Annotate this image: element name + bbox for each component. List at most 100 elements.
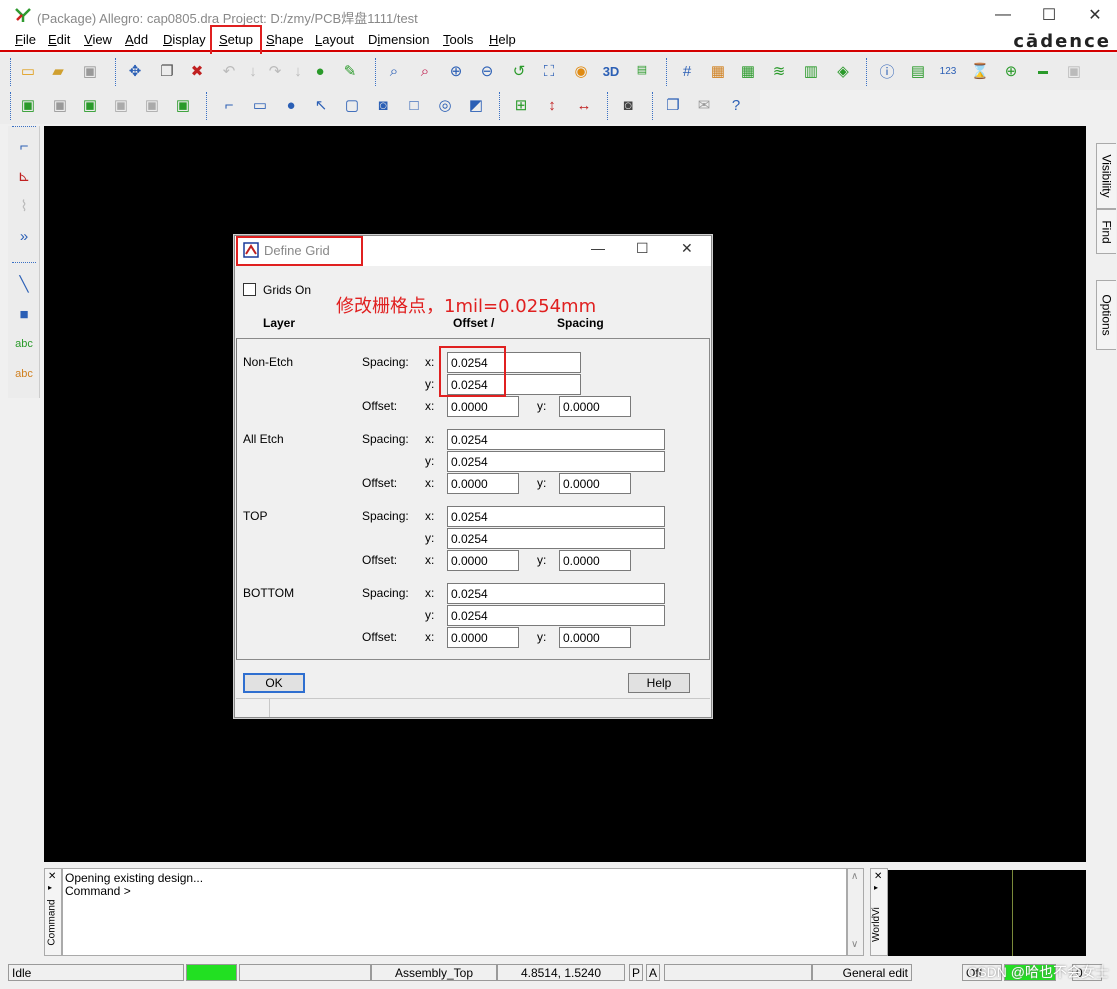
delete-icon[interactable]: ✖ bbox=[186, 60, 208, 82]
window-icon[interactable]: ❐ bbox=[662, 94, 684, 116]
world-view-close-icon[interactable]: ✕ bbox=[874, 871, 882, 882]
layer-gray-icon[interactable]: ▣ bbox=[49, 94, 71, 116]
grids-on-checkbox[interactable] bbox=[243, 283, 256, 296]
maximize-button[interactable]: ☐ bbox=[1026, 0, 1072, 30]
top-offset-x-input[interactable] bbox=[447, 550, 519, 571]
mail-icon[interactable]: ✉ bbox=[693, 94, 715, 116]
layer-route-icon[interactable]: ▣ bbox=[79, 94, 101, 116]
move-icon[interactable]: ✥ bbox=[124, 60, 146, 82]
world-view-pin-icon[interactable]: ▸ bbox=[874, 883, 878, 892]
menu-tools[interactable]: Tools bbox=[443, 32, 473, 47]
ok-button[interactable]: OK bbox=[243, 673, 305, 693]
dimension-vertical-icon[interactable]: ↕ bbox=[541, 94, 563, 116]
zoom-previous-icon[interactable]: ↺ bbox=[508, 60, 530, 82]
menu-dimension[interactable]: Dimension bbox=[368, 32, 429, 47]
open-folder-icon[interactable]: ▰ bbox=[47, 60, 69, 82]
world-view-icon[interactable]: ◈ bbox=[832, 60, 854, 82]
tab-find[interactable]: Find bbox=[1096, 209, 1116, 254]
top-offset-y-input[interactable] bbox=[559, 550, 631, 571]
menu-view[interactable]: View bbox=[84, 32, 112, 47]
layer-disabled-2-icon[interactable]: ▣ bbox=[141, 94, 163, 116]
dialog-close-button[interactable]: ✕ bbox=[681, 240, 693, 257]
zoom-out-icon[interactable]: ⊖ bbox=[476, 60, 498, 82]
copy-icon[interactable]: ❐ bbox=[156, 60, 178, 82]
minimize-button[interactable]: — bbox=[980, 0, 1026, 30]
dimension-icon[interactable]: ⊞ bbox=[510, 94, 532, 116]
shadow-mode-icon[interactable]: ▦ bbox=[737, 60, 759, 82]
world-view-tab[interactable]: ✕ ▸ WorldVi bbox=[870, 868, 888, 956]
menu-add[interactable]: Add bbox=[125, 32, 148, 47]
command-tab[interactable]: ✕ ▸ Command bbox=[44, 868, 62, 956]
edit-text-icon[interactable]: abc bbox=[12, 362, 36, 386]
grid-toggle-icon[interactable]: # bbox=[676, 60, 698, 82]
shape-edit-icon[interactable]: ▢ bbox=[341, 94, 363, 116]
redo-list-icon[interactable]: ↓ bbox=[287, 60, 309, 82]
fanout-icon[interactable]: » bbox=[12, 224, 36, 248]
add-text-icon[interactable]: abc bbox=[12, 332, 36, 356]
comment-icon[interactable]: ● bbox=[309, 60, 331, 82]
rectangle-tool-icon[interactable]: ■ bbox=[12, 302, 36, 326]
command-scrollbar[interactable]: ∧ ∨ bbox=[847, 868, 864, 956]
slide-icon[interactable]: ⌇ bbox=[12, 194, 36, 218]
command-pin-icon[interactable]: ▸ bbox=[48, 883, 52, 892]
all-etch-offset-y-input[interactable] bbox=[559, 473, 631, 494]
bottom-offset-x-input[interactable] bbox=[447, 627, 519, 648]
status-a-toggle[interactable]: A bbox=[646, 964, 660, 981]
flip-design-icon[interactable]: ▤ bbox=[631, 58, 653, 80]
undo-list-icon[interactable]: ↓ bbox=[242, 60, 264, 82]
layer-stack-icon[interactable]: ≋ bbox=[768, 60, 790, 82]
bottom-spacing-y-input[interactable] bbox=[447, 605, 665, 626]
command-close-icon[interactable]: ✕ bbox=[48, 871, 56, 882]
top-spacing-y-input[interactable] bbox=[447, 528, 665, 549]
all-etch-offset-x-input[interactable] bbox=[447, 473, 519, 494]
dimension-horizontal-icon[interactable]: ↔ bbox=[573, 94, 595, 116]
bottom-offset-y-input[interactable] bbox=[559, 627, 631, 648]
zoom-fit-icon[interactable]: ⌕ bbox=[414, 60, 436, 82]
dialog-maximize-button[interactable]: ☐ bbox=[636, 240, 649, 257]
3d-view-icon[interactable]: 3D bbox=[600, 60, 622, 82]
menu-edit[interactable]: Edit bbox=[48, 32, 70, 47]
shape-square-icon[interactable]: □ bbox=[403, 94, 425, 116]
place-icon[interactable]: ⊾ bbox=[12, 164, 36, 188]
zoom-points-icon[interactable]: ⌕ bbox=[383, 60, 405, 82]
help-button[interactable]: Help bbox=[628, 673, 690, 693]
film-icon[interactable]: ▥ bbox=[800, 60, 822, 82]
menu-help[interactable]: Help bbox=[489, 32, 516, 47]
camera-icon[interactable]: ◙ bbox=[617, 94, 639, 116]
scroll-up-icon[interactable]: ∧ bbox=[851, 871, 858, 882]
layer-disabled-icon[interactable]: ▣ bbox=[110, 94, 132, 116]
all-etch-spacing-x-input[interactable] bbox=[447, 429, 665, 450]
menu-display[interactable]: Display bbox=[163, 32, 206, 47]
redo-icon[interactable]: ↷ bbox=[264, 60, 286, 82]
world-view-canvas[interactable] bbox=[888, 870, 1086, 956]
add-rect-icon[interactable]: ▭ bbox=[249, 94, 271, 116]
line-tool-icon[interactable]: ╲ bbox=[12, 272, 36, 296]
print-icon[interactable]: ▣ bbox=[1063, 60, 1085, 82]
new-file-icon[interactable]: ▭ bbox=[17, 60, 39, 82]
tab-options[interactable]: Options bbox=[1096, 280, 1116, 350]
shape-poly-icon[interactable]: ◩ bbox=[465, 94, 487, 116]
shape-circle-icon[interactable]: ◎ bbox=[434, 94, 456, 116]
pin-icon[interactable]: ✎ bbox=[339, 60, 361, 82]
all-etch-spacing-y-input[interactable] bbox=[447, 451, 665, 472]
tab-visibility[interactable]: Visibility bbox=[1096, 143, 1116, 209]
color-dialog-icon[interactable]: ▦ bbox=[707, 60, 729, 82]
layer-board-icon[interactable]: ▣ bbox=[17, 94, 39, 116]
zoom-in-icon[interactable]: ⊕ bbox=[445, 60, 467, 82]
menu-layout[interactable]: Layout bbox=[315, 32, 354, 47]
hourglass-icon[interactable]: ⌛ bbox=[969, 60, 991, 82]
command-output[interactable]: Opening existing design... Command > bbox=[62, 868, 847, 956]
add-line-icon[interactable]: ⌐ bbox=[218, 94, 240, 116]
route-icon[interactable]: ⌐ bbox=[12, 134, 36, 158]
status-p-toggle[interactable]: P bbox=[629, 964, 643, 981]
close-button[interactable]: ✕ bbox=[1072, 0, 1117, 30]
add-part-icon[interactable]: ⊕ bbox=[1000, 60, 1022, 82]
reports-icon[interactable]: ▤ bbox=[907, 60, 929, 82]
number-icon[interactable]: 123 bbox=[937, 60, 959, 82]
menu-shape[interactable]: Shape bbox=[266, 32, 304, 47]
scroll-down-icon[interactable]: ∨ bbox=[851, 939, 858, 950]
layer-outline-icon[interactable]: ▣ bbox=[172, 94, 194, 116]
top-spacing-x-input[interactable] bbox=[447, 506, 665, 527]
undo-icon[interactable]: ↶ bbox=[218, 60, 240, 82]
bottom-spacing-x-input[interactable] bbox=[447, 583, 665, 604]
